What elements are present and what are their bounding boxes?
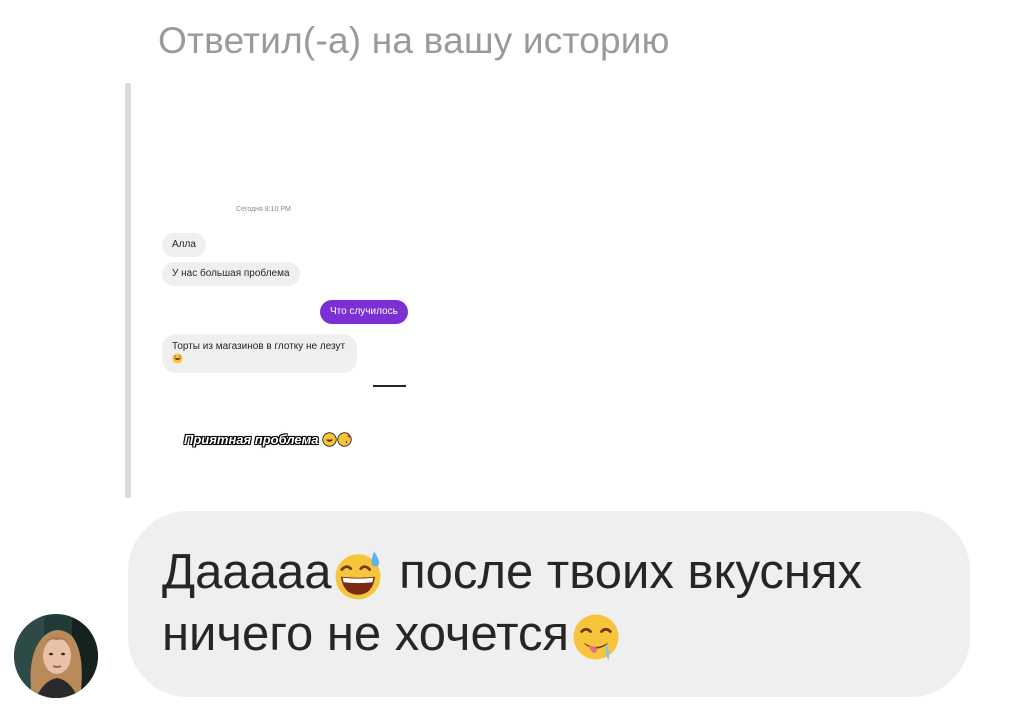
story-preview[interactable]: Сегодня 8:10 PM Алла У нас большая пробл… <box>140 84 440 496</box>
story-message-incoming: Торты из магазинов в глотку не лезут <box>162 334 357 373</box>
grinning-sweat-emoji-icon <box>335 551 381 600</box>
story-message-text: Торты из магазинов в глотку не лезут <box>172 341 346 352</box>
kissing-emoji-icon <box>337 432 352 447</box>
quote-bar <box>125 83 131 498</box>
user-avatar[interactable] <box>14 614 98 698</box>
dm-thread: Ответил(-а) на вашу историю Сегодня 8:10… <box>0 0 1024 716</box>
story-reply-label: Ответил(-а) на вашу историю <box>158 20 670 61</box>
story-divider <box>373 385 406 387</box>
message-text-part1: Дааааа <box>162 545 332 599</box>
grinning-emoji-icon <box>322 432 337 447</box>
drooling-emoji-icon <box>573 614 619 661</box>
laughing-emoji-icon <box>172 353 183 364</box>
avatar-photo <box>14 614 98 698</box>
story-message-outgoing: Что случилось <box>320 300 408 324</box>
story-timestamp: Сегодня 8:10 PM <box>236 206 291 213</box>
story-caption-text: Приятная проблема <box>184 432 319 447</box>
message-bubble[interactable]: Дааааа после твоих вкуснях ничего не хоч… <box>128 511 970 697</box>
story-caption: Приятная проблема <box>184 432 352 447</box>
story-message-incoming: У нас большая проблема <box>162 262 300 286</box>
story-message-incoming: Алла <box>162 233 206 257</box>
message-text: Дааааа после твоих вкуснях ничего не хоч… <box>162 541 952 665</box>
